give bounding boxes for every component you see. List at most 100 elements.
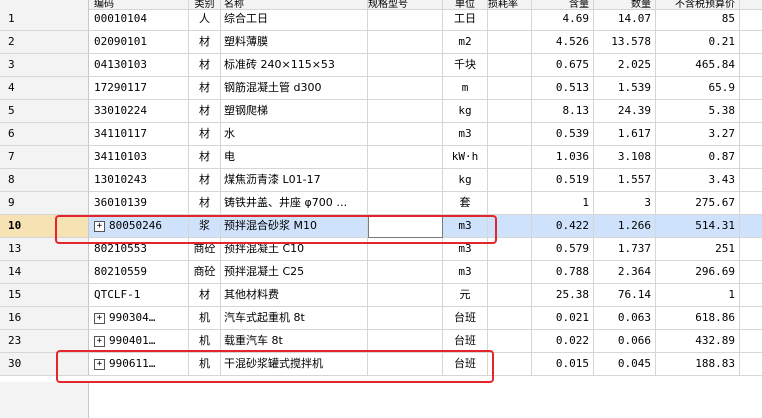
type-cell[interactable]: 材 xyxy=(189,192,221,215)
loss-cell[interactable] xyxy=(488,31,532,54)
type-cell[interactable]: 材 xyxy=(189,169,221,192)
content-cell[interactable]: 0.015 xyxy=(532,353,594,376)
extra-cell[interactable] xyxy=(740,123,762,146)
row-number[interactable]: 1 xyxy=(0,8,89,31)
row-number[interactable]: 6 xyxy=(0,123,89,146)
row-number[interactable]: 15 xyxy=(0,284,89,307)
price-cell[interactable]: 0.87 xyxy=(656,146,740,169)
name-cell[interactable]: 其他材料费 xyxy=(221,284,368,307)
unit-cell[interactable]: 千块 xyxy=(443,54,488,77)
loss-cell[interactable] xyxy=(488,284,532,307)
extra-cell[interactable] xyxy=(740,8,762,31)
unit-cell[interactable]: kg xyxy=(443,100,488,123)
unit-cell[interactable]: m3 xyxy=(443,261,488,284)
code-cell[interactable]: 17290117 xyxy=(89,77,189,100)
quantity-cell[interactable]: 1.557 xyxy=(594,169,656,192)
name-cell[interactable]: 预拌混凝土 C25 xyxy=(221,261,368,284)
extra-cell[interactable] xyxy=(740,330,762,353)
name-cell[interactable]: 煤焦沥青漆 L01-17 xyxy=(221,169,368,192)
row-number[interactable]: 3 xyxy=(0,54,89,77)
quantity-cell[interactable]: 3.108 xyxy=(594,146,656,169)
spec-cell[interactable] xyxy=(368,169,443,192)
price-cell[interactable]: 1 xyxy=(656,284,740,307)
table-row[interactable]: 7 34110103 材 电 kW·h 1.036 3.108 0.87 xyxy=(0,146,762,169)
spec-cell[interactable] xyxy=(368,261,443,284)
price-cell[interactable]: 296.69 xyxy=(656,261,740,284)
loss-cell[interactable] xyxy=(488,54,532,77)
quantity-cell[interactable]: 13.578 xyxy=(594,31,656,54)
price-cell[interactable]: 514.31 xyxy=(656,215,740,238)
plus-box-icon[interactable]: + xyxy=(94,312,105,324)
quantity-cell[interactable]: 14.07 xyxy=(594,8,656,31)
extra-cell[interactable] xyxy=(740,261,762,284)
price-cell[interactable]: 465.84 xyxy=(656,54,740,77)
table-row[interactable]: 16 +990304… 机汽车式起重机 8t 台班 0.021 0.063 618.86 xyxy=(0,307,762,330)
price-cell[interactable]: 3.27 xyxy=(656,123,740,146)
spec-cell[interactable] xyxy=(368,307,443,330)
extra-cell[interactable] xyxy=(740,31,762,54)
code-cell[interactable]: QTCLF-1 xyxy=(89,284,189,307)
unit-cell[interactable]: 工日 xyxy=(443,8,488,31)
extra-cell[interactable] xyxy=(740,284,762,307)
quantity-cell[interactable]: 24.39 xyxy=(594,100,656,123)
code-cell[interactable]: 33010224 xyxy=(89,100,189,123)
price-cell[interactable]: 5.38 xyxy=(656,100,740,123)
spec-cell[interactable] xyxy=(368,123,443,146)
quantity-cell[interactable]: 76.14 xyxy=(594,284,656,307)
code-cell[interactable]: 34110103 xyxy=(89,146,189,169)
extra-cell[interactable] xyxy=(740,146,762,169)
price-cell[interactable]: 65.9 xyxy=(656,77,740,100)
table-row[interactable]: 3 04130103 材 标准砖 240×115×53 千块 0.675 2.025 465.… xyxy=(0,54,762,77)
quantity-cell[interactable]: 2.364 xyxy=(594,261,656,284)
type-cell[interactable]: 材 xyxy=(189,146,221,169)
content-cell[interactable]: 4.526 xyxy=(532,31,594,54)
row-number[interactable]: 2 xyxy=(0,31,89,54)
row-number[interactable]: 16 xyxy=(0,307,89,330)
content-cell[interactable]: 0.675 xyxy=(532,54,594,77)
code-cell[interactable]: 36010139 xyxy=(89,192,189,215)
unit-cell[interactable]: m xyxy=(443,77,488,100)
price-cell[interactable]: 432.89 xyxy=(656,330,740,353)
loss-cell[interactable] xyxy=(488,146,532,169)
extra-cell[interactable] xyxy=(740,307,762,330)
code-cell[interactable]: 34110117 xyxy=(89,123,189,146)
loss-cell[interactable] xyxy=(488,169,532,192)
loss-cell[interactable] xyxy=(488,330,532,353)
content-cell[interactable]: 0.788 xyxy=(532,261,594,284)
content-cell[interactable]: 25.38 xyxy=(532,284,594,307)
unit-cell[interactable]: m3 xyxy=(443,123,488,146)
quantity-cell[interactable]: 1.539 xyxy=(594,77,656,100)
price-cell[interactable]: 188.83 xyxy=(656,353,740,376)
name-cell[interactable]: 标准砖 240×115×53 xyxy=(221,54,368,77)
row-number[interactable]: 7 xyxy=(0,146,89,169)
unit-cell[interactable]: 台班 xyxy=(443,307,488,330)
table-row[interactable]: 4 17290117 材 钢筋混凝土管 d300 m 0.513 1.539 65.9 xyxy=(0,77,762,100)
code-cell[interactable]: 13010243 xyxy=(89,169,189,192)
price-cell[interactable]: 3.43 xyxy=(656,169,740,192)
spec-cell[interactable] xyxy=(368,284,443,307)
loss-cell[interactable] xyxy=(488,100,532,123)
row-number[interactable]: 9 xyxy=(0,192,89,215)
unit-cell[interactable]: 元 xyxy=(443,284,488,307)
name-cell[interactable]: 综合工日 xyxy=(221,8,368,31)
name-cell[interactable]: 铸铁井盖、井座 φ700 … xyxy=(221,192,368,215)
type-cell[interactable]: 材 xyxy=(189,77,221,100)
quantity-cell[interactable]: 0.045 xyxy=(594,353,656,376)
code-cell[interactable]: 04130103 xyxy=(89,54,189,77)
loss-cell[interactable] xyxy=(488,123,532,146)
name-cell[interactable]: 电 xyxy=(221,146,368,169)
unit-cell[interactable]: kg xyxy=(443,169,488,192)
code-cell[interactable]: 00010104 xyxy=(89,8,189,31)
extra-cell[interactable] xyxy=(740,192,762,215)
type-cell[interactable]: 材 xyxy=(189,31,221,54)
content-cell[interactable]: 0.539 xyxy=(532,123,594,146)
loss-cell[interactable] xyxy=(488,307,532,330)
type-cell[interactable]: 商砼 xyxy=(189,261,221,284)
code-cell[interactable]: 80210559 xyxy=(89,261,189,284)
loss-cell[interactable] xyxy=(488,8,532,31)
name-cell[interactable]: 塑钢爬梯 xyxy=(221,100,368,123)
name-cell[interactable]: 汽车式起重机 8t xyxy=(221,307,368,330)
price-cell[interactable]: 0.21 xyxy=(656,31,740,54)
quantity-cell[interactable]: 0.063 xyxy=(594,307,656,330)
loss-cell[interactable] xyxy=(488,192,532,215)
